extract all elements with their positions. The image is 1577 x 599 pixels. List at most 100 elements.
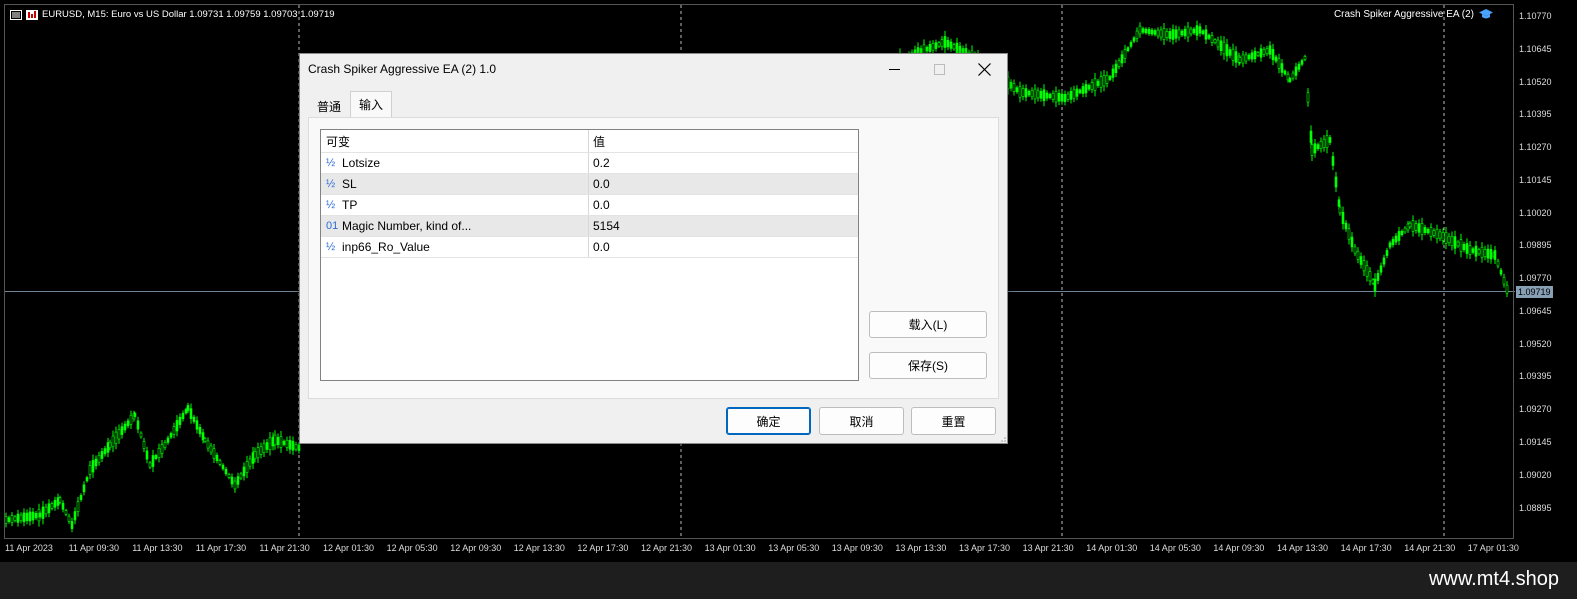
- time-tick: 12 Apr 05:30: [386, 543, 438, 553]
- table-row[interactable]: ½ inp66_Ro_Value 0.0: [321, 237, 858, 258]
- inputs-table[interactable]: 可变 值 ½ Lotsize 0.2 ½ SL 0.0 ½ TP 0.0 01 Magi…: [320, 129, 859, 381]
- price-tick: 1.09520: [1519, 338, 1552, 349]
- time-tick: 13 Apr 21:30: [1022, 543, 1074, 553]
- price-axis: 1.10770 1.10645 1.10520 1.10395 1.10270 1.101…: [1516, 0, 1577, 540]
- symbol-info: EURUSD, M15: Euro vs US Dollar 1.09731 1…: [42, 9, 335, 20]
- param-value[interactable]: 0.2: [589, 153, 858, 173]
- time-tick: 14 Apr 13:30: [1277, 543, 1329, 553]
- table-header: 可变 值: [321, 130, 858, 153]
- param-name-cell: ½ Lotsize: [321, 153, 589, 173]
- price-tick: 1.10770: [1519, 11, 1552, 21]
- time-axis: 11 Apr 2023 11 Apr 09:30 11 Apr 13:30 11 Ap…: [0, 541, 1519, 557]
- param-value[interactable]: 5154: [589, 216, 858, 236]
- dialog-title: Crash Spiker Aggressive EA (2) 1.0: [308, 62, 497, 76]
- tab-inputs[interactable]: 输入: [350, 91, 393, 117]
- graduation-cap-icon: [1479, 9, 1493, 19]
- time-tick: 13 Apr 09:30: [831, 543, 883, 553]
- price-tick: 1.09395: [1519, 371, 1552, 382]
- double-type-icon: ½: [326, 157, 336, 169]
- price-tick: 1.10395: [1519, 109, 1552, 120]
- param-name: TP: [342, 198, 358, 212]
- table-row[interactable]: 01 Magic Number, kind of... 5154: [321, 216, 858, 237]
- price-tick: 1.09145: [1519, 437, 1552, 447]
- price-tick: 1.10520: [1519, 76, 1552, 87]
- close-icon: [978, 62, 991, 76]
- time-tick: 12 Apr 21:30: [641, 543, 693, 553]
- time-tick: 14 Apr 09:30: [1213, 543, 1265, 553]
- watermark: www.mt4.shop: [1428, 568, 1559, 590]
- minimize-icon: [889, 68, 900, 70]
- ea-name: Crash Spiker Aggressive EA (2): [1333, 9, 1474, 20]
- param-name-cell: ½ SL: [321, 174, 589, 194]
- table-row[interactable]: ½ SL 0.0: [321, 174, 858, 195]
- time-tick: 11 Apr 09:30: [68, 543, 119, 553]
- window-list-icon[interactable]: [10, 9, 22, 20]
- param-name: SL: [342, 177, 357, 191]
- cancel-button[interactable]: 取消: [819, 407, 904, 435]
- save-button[interactable]: 保存(S): [869, 352, 987, 379]
- time-tick: 12 Apr 17:30: [577, 543, 629, 553]
- time-tick: 11 Apr 21:30: [259, 543, 310, 553]
- time-tick: 13 Apr 05:30: [768, 543, 820, 553]
- chart-bars-icon[interactable]: [26, 9, 38, 20]
- current-price-tag: 1.09719: [1516, 285, 1553, 298]
- time-tick: 13 Apr 17:30: [959, 543, 1011, 553]
- price-tick: 1.09895: [1519, 240, 1552, 251]
- time-tick: 17 Apr 01:30: [1467, 543, 1519, 553]
- price-tick: 1.10270: [1519, 142, 1552, 153]
- maximize-button: [917, 54, 962, 84]
- time-tick: 12 Apr 09:30: [450, 543, 502, 553]
- table-row[interactable]: ½ TP 0.0: [321, 195, 858, 216]
- param-value[interactable]: 0.0: [589, 174, 858, 194]
- param-name: Lotsize: [342, 156, 381, 170]
- inputs-panel: 可变 值 ½ Lotsize 0.2 ½ SL 0.0 ½ TP 0.0 01 Magi…: [308, 117, 999, 399]
- time-tick: 13 Apr 13:30: [895, 543, 947, 553]
- time-tick: 12 Apr 01:30: [323, 543, 375, 553]
- price-tick: 1.09270: [1519, 404, 1552, 415]
- price-tick: 1.10645: [1519, 43, 1552, 54]
- dialog-tabs: 普通 输入: [308, 91, 393, 119]
- load-button[interactable]: 载入(L): [869, 311, 987, 338]
- param-name: Magic Number, kind of...: [342, 219, 472, 233]
- dialog-titlebar[interactable]: Crash Spiker Aggressive EA (2) 1.0: [300, 54, 1007, 84]
- param-value[interactable]: 0.0: [589, 237, 858, 257]
- reset-button[interactable]: 重置: [911, 407, 996, 435]
- price-tick: 1.10145: [1519, 174, 1552, 185]
- integer-type-icon: 01: [326, 220, 339, 232]
- tab-general[interactable]: 普通: [308, 93, 350, 119]
- chart-header: EURUSD, M15: Euro vs US Dollar 1.09731 1…: [10, 9, 335, 20]
- resize-grip-icon[interactable]: [998, 434, 1006, 442]
- maximize-icon: [934, 63, 945, 75]
- price-tick: 1.10020: [1519, 207, 1552, 218]
- param-name-cell: 01 Magic Number, kind of...: [321, 216, 589, 236]
- param-name-cell: ½ TP: [321, 195, 589, 215]
- ok-button[interactable]: 确定: [726, 407, 811, 435]
- ea-properties-dialog: Crash Spiker Aggressive EA (2) 1.0 普通 输入…: [299, 53, 1008, 444]
- param-name: inp66_Ro_Value: [342, 240, 430, 254]
- footer-bar: www.mt4.shop: [0, 562, 1577, 599]
- time-tick: 11 Apr 13:30: [132, 543, 183, 553]
- double-type-icon: ½: [326, 241, 336, 253]
- price-tick: 1.08895: [1519, 502, 1552, 513]
- time-tick: 14 Apr 21:30: [1404, 543, 1456, 553]
- time-tick: 13 Apr 01:30: [704, 543, 756, 553]
- time-tick: 14 Apr 05:30: [1149, 543, 1201, 553]
- column-header-value[interactable]: 值: [589, 130, 858, 152]
- param-name-cell: ½ inp66_Ro_Value: [321, 237, 589, 257]
- ea-label[interactable]: Crash Spiker Aggressive EA (2): [1334, 9, 1493, 20]
- column-header-variable[interactable]: 可变: [321, 130, 589, 152]
- close-button[interactable]: [962, 54, 1007, 84]
- minimize-button[interactable]: [872, 54, 917, 84]
- double-type-icon: ½: [326, 199, 336, 211]
- price-tick: 1.09770: [1519, 273, 1552, 284]
- time-tick: 11 Apr 2023: [5, 543, 53, 553]
- time-tick: 11 Apr 17:30: [195, 543, 247, 553]
- price-tick: 1.09645: [1519, 305, 1552, 316]
- time-tick: 14 Apr 17:30: [1340, 543, 1392, 553]
- double-type-icon: ½: [326, 178, 336, 190]
- time-tick: 14 Apr 01:30: [1086, 543, 1138, 553]
- time-tick: 12 Apr 13:30: [513, 543, 565, 553]
- param-value[interactable]: 0.0: [589, 195, 858, 215]
- table-row[interactable]: ½ Lotsize 0.2: [321, 153, 858, 174]
- price-tick: 1.09020: [1519, 469, 1552, 480]
